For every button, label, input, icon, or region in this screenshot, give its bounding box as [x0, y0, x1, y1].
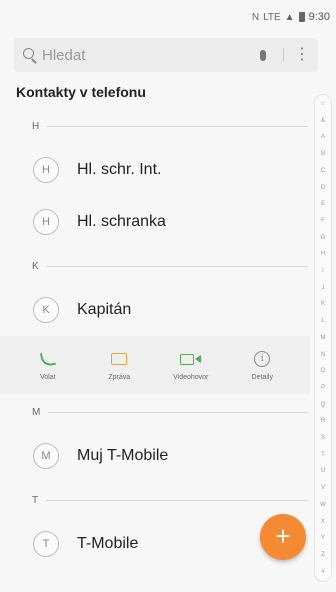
index-letter[interactable]: E — [321, 201, 325, 207]
index-letter[interactable]: C — [321, 168, 325, 174]
index-letter[interactable]: ☆ — [320, 101, 325, 107]
index-letter[interactable]: Y — [321, 535, 325, 541]
microphone-icon[interactable] — [253, 45, 273, 65]
index-letter[interactable]: L — [321, 318, 324, 324]
index-letter[interactable]: K — [321, 301, 325, 307]
index-letter[interactable]: H — [321, 251, 325, 257]
letter-header-k: K — [0, 248, 310, 284]
video-call-button[interactable]: Videohovor — [165, 349, 217, 381]
contact-item[interactable]: M Muj T-Mobile — [0, 430, 310, 482]
index-letter[interactable]: A — [321, 134, 325, 140]
index-letter[interactable]: N — [321, 352, 325, 358]
add-contact-button[interactable]: + — [260, 514, 306, 560]
index-letter[interactable]: U — [321, 468, 325, 474]
index-letter[interactable]: X — [321, 519, 325, 525]
index-letter[interactable]: P — [321, 385, 325, 391]
nfc-icon: N — [251, 11, 260, 23]
phone-icon — [39, 349, 56, 369]
index-letter[interactable]: B — [321, 151, 325, 157]
index-letter[interactable]: D — [321, 185, 325, 191]
contact-name: Hl. schr. Int. — [77, 161, 162, 178]
contact-name: T-Mobile — [77, 535, 139, 552]
message-icon — [111, 349, 128, 369]
contact-name: Kapitán — [77, 301, 132, 318]
avatar: H — [33, 157, 59, 183]
letter-header-h: H — [0, 108, 310, 144]
index-letter[interactable]: W — [320, 502, 326, 508]
index-letter[interactable]: S — [321, 435, 325, 441]
index-letter[interactable]: I — [322, 268, 324, 274]
index-letter[interactable]: Z — [321, 552, 325, 558]
search-input[interactable]: Hledat — [42, 47, 253, 64]
video-call-icon — [180, 349, 202, 369]
status-time: 9:30 — [308, 11, 330, 23]
index-letter[interactable]: J — [322, 285, 325, 291]
signal-icon: ▲ — [284, 11, 295, 23]
contact-item[interactable]: K Kapitán — [0, 284, 310, 336]
search-divider — [283, 48, 284, 62]
message-button[interactable]: Zpráva — [93, 349, 145, 381]
avatar: M — [33, 443, 59, 469]
contact-list: H H Hl. schr. Int. H Hl. schranka K K Ka… — [0, 108, 310, 570]
index-letter[interactable]: T — [321, 452, 325, 458]
battery-icon — [298, 12, 305, 22]
index-letter[interactable]: R — [321, 418, 325, 424]
section-title: Kontakty v telefonu — [16, 84, 146, 100]
letter-header-m: M — [0, 394, 310, 430]
contact-name: Muj T-Mobile — [77, 447, 169, 464]
details-button[interactable]: i Detaily — [236, 349, 288, 381]
call-button[interactable]: Volat — [22, 349, 74, 381]
index-letter[interactable]: & — [321, 118, 325, 124]
avatar: H — [33, 209, 59, 235]
info-icon: i — [254, 349, 271, 369]
index-letter[interactable]: F — [321, 218, 325, 224]
search-bar[interactable]: Hledat ⋮ — [14, 38, 318, 72]
avatar: K — [33, 297, 59, 323]
index-letter[interactable]: M — [321, 335, 326, 341]
add-icon: + — [275, 521, 291, 551]
index-letter[interactable]: Q — [321, 402, 326, 408]
contact-item[interactable]: H Hl. schranka — [0, 196, 310, 248]
index-letter[interactable]: O — [321, 368, 326, 374]
lte-icon: LTE — [263, 11, 281, 23]
letter-header-t: T — [0, 482, 310, 518]
contact-actions: Volat Zpráva Videohovor i Detaily — [0, 336, 310, 394]
index-letter[interactable]: # — [321, 569, 324, 575]
alphabet-index-scroller[interactable]: ☆ & A B C D E F G H I J K L M N O P Q R S T U V W X Y Z # — [314, 94, 332, 582]
more-options-icon[interactable]: ⋮ — [294, 47, 310, 63]
status-bar: N LTE ▲ 9:30 — [0, 0, 336, 34]
avatar: T — [33, 531, 59, 557]
index-letter[interactable]: G — [321, 235, 326, 241]
search-icon — [22, 47, 38, 64]
index-letter[interactable]: V — [321, 485, 325, 491]
contact-item[interactable]: H Hl. schr. Int. — [0, 144, 310, 196]
contact-name: Hl. schranka — [77, 213, 166, 230]
